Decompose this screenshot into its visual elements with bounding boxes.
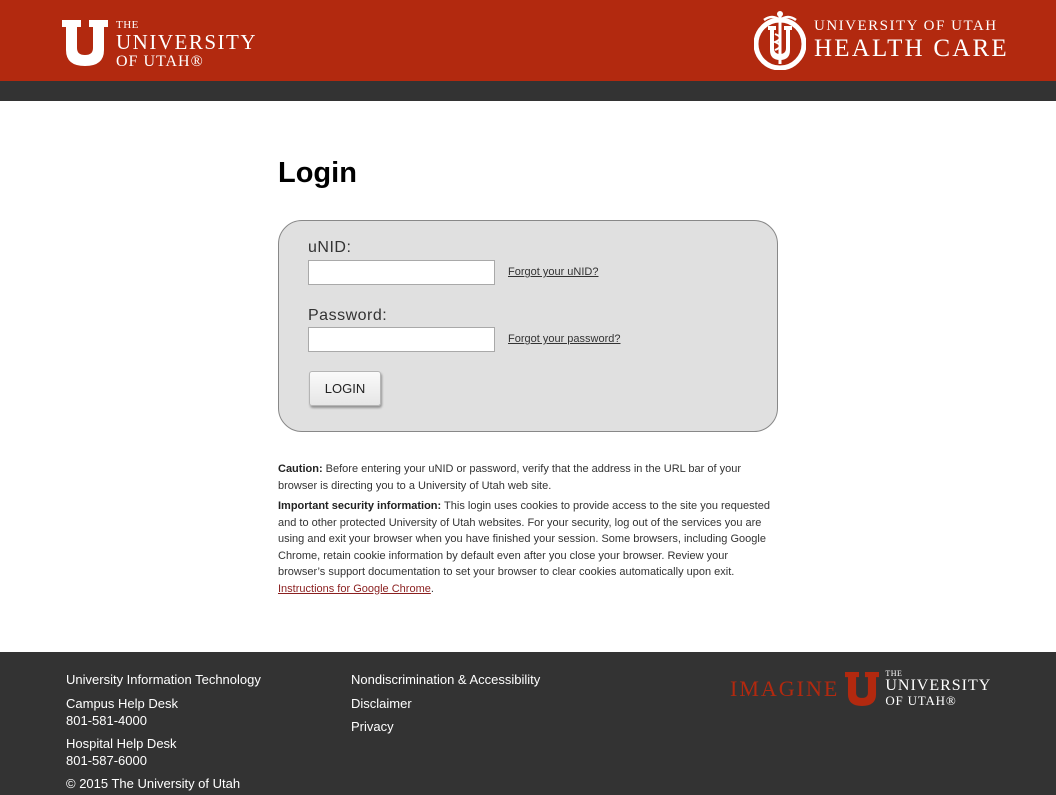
header-strip: [0, 81, 1056, 101]
block-u-icon: [845, 671, 880, 706]
login-form: uNID: Forgot your uNID? Password: Forgot…: [278, 220, 778, 432]
unid-input[interactable]: [308, 260, 495, 285]
caduceus-icon: [754, 11, 806, 70]
imagine-word: IMAGINE: [730, 675, 840, 701]
nondiscrimination-link[interactable]: Nondiscrimination & Accessibility: [351, 672, 540, 688]
login-button[interactable]: LOGIN: [309, 371, 381, 406]
disclaimer-link[interactable]: Disclaimer: [351, 696, 412, 712]
security-label: Important security information:: [278, 500, 442, 512]
caution-notice: Caution: Before entering your uNID or pa…: [278, 461, 778, 494]
campus-help-desk-link[interactable]: Campus Help Desk: [66, 696, 178, 712]
health-care-logo-text: UNIVERSITY OF UTAH HEALTH CARE: [814, 18, 1009, 62]
security-notice: Important security information: This log…: [278, 498, 778, 597]
logo-of-utah: OF UTAH®: [116, 53, 204, 70]
hc-logo-line1: UNIVERSITY OF UTAH: [814, 18, 998, 34]
imagine-logo-text: THE UNIVERSITY OF UTAH®: [885, 670, 992, 708]
security-end: .: [430, 582, 434, 595]
password-input[interactable]: [308, 327, 495, 352]
copyright: © 2015 The University of Utah: [66, 776, 241, 791]
hospital-help-desk-link[interactable]: Hospital Help Desk: [66, 736, 177, 752]
uit-link[interactable]: University Information Technology: [66, 672, 261, 688]
caution-text: Before entering your uNID or password, v…: [278, 463, 742, 492]
university-logo-text: THE UNIVERSITY OF UTAH®: [116, 20, 257, 70]
password-label: Password:: [308, 307, 388, 324]
unid-label: uNID:: [308, 239, 352, 256]
forgot-unid-link[interactable]: Forgot your uNID?: [508, 266, 598, 278]
forgot-password-link[interactable]: Forgot your password?: [508, 333, 621, 345]
logo-university: UNIVERSITY: [116, 30, 257, 54]
chrome-instructions-link[interactable]: Instructions for Google Chrome: [278, 583, 431, 595]
hc-logo-line2: HEALTH CARE: [814, 35, 1009, 62]
site-header: THE UNIVERSITY OF UTAH® UNIVERSITY OF UT…: [0, 0, 1056, 81]
health-care-logo[interactable]: UNIVERSITY OF UTAH HEALTH CARE: [754, 10, 1009, 70]
imagine-logo-of-utah: OF UTAH®: [885, 693, 957, 708]
block-u-icon: [62, 20, 108, 66]
campus-phone: 801-581-4000: [66, 713, 147, 728]
page-title: Login: [278, 157, 357, 189]
imagine-logo-university: UNIVERSITY: [885, 677, 992, 694]
hospital-phone: 801-587-6000: [66, 753, 147, 768]
privacy-link[interactable]: Privacy: [351, 719, 394, 735]
imagine-u-logo[interactable]: IMAGINE THE UNIVERSITY OF UTAH®: [730, 670, 992, 708]
caution-label: Caution:: [278, 463, 323, 475]
university-of-utah-logo[interactable]: THE UNIVERSITY OF UTAH®: [62, 20, 257, 70]
